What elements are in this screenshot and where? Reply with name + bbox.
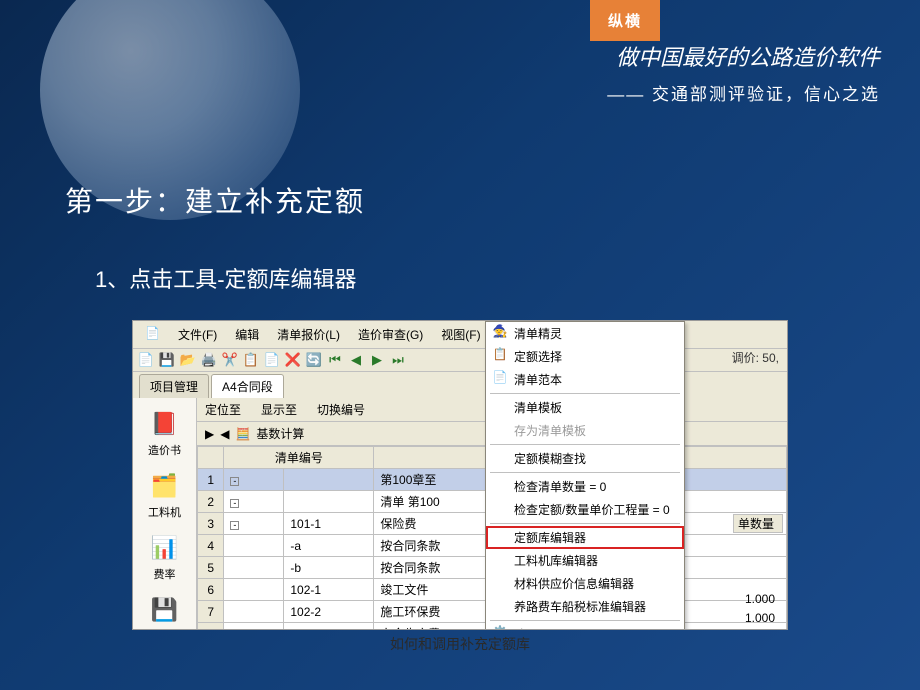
qty-cell [733, 571, 779, 590]
switchcode-button[interactable]: 切换编号 [317, 401, 365, 418]
copy-icon[interactable]: 📋 [242, 351, 260, 369]
material-icon: 🗂️ [149, 470, 181, 502]
pricing-icon: 📕 [149, 408, 181, 440]
menu-road-editor[interactable]: 养路费车船税标准编辑器 [486, 595, 684, 618]
sidebar-item-allocate[interactable]: 💾 分摊 [141, 590, 189, 630]
qty-cell: 1.000 [733, 590, 779, 609]
page-title: 第一步：建立补充定额 [65, 180, 365, 220]
list-icon: 📋 [492, 347, 508, 363]
qty-cell: 1.000 [733, 609, 779, 628]
sidebar-item-pricing[interactable]: 📕 造价书 [141, 404, 189, 462]
nav-next-icon[interactable]: ▶ [368, 351, 386, 369]
goto-button[interactable]: 定位至 [205, 401, 241, 418]
menu-options[interactable]: ⚙️选项 [486, 623, 684, 630]
allocate-icon: 💾 [149, 594, 181, 626]
sidebar-item-label: 分摊 [141, 628, 189, 630]
slogan-main: 做中国最好的公路造价软件 [470, 40, 880, 72]
delete-icon[interactable]: ❌ [284, 351, 302, 369]
footer-caption: 如何和调用补充定额库 [0, 634, 920, 654]
paste-icon[interactable]: 📄 [263, 351, 281, 369]
col-code: 清单编号 [224, 447, 374, 469]
qty-cell [733, 552, 779, 571]
toolbar: 📄 💾 📂 🖨️ ✂️ 📋 📄 ❌ 🔄 ⏮ ◀ ▶ ⏭ [133, 349, 787, 372]
tools-dropdown: 🧙清单精灵 📋定额选择 📄清单范本 清单模板 存为清单模板 定额模糊查找 检查清… [485, 321, 685, 630]
col-qty: 单数量 [733, 514, 783, 533]
sidebar-item-label: 工料机 [141, 504, 189, 520]
menu-sample[interactable]: 📄清单范本 [486, 368, 684, 391]
menu-separator [490, 444, 680, 445]
basecalc-button[interactable]: 基数计算 [256, 425, 304, 442]
showto-button[interactable]: 显示至 [261, 401, 297, 418]
calc-icon[interactable]: 🧮 [235, 427, 250, 441]
col-rownum [198, 447, 224, 469]
menu-separator [490, 523, 680, 524]
app-window: 📄 文件(F) 编辑 清单报价(L) 造价审查(G) 视图(F) 工具(T) 窗… [132, 320, 788, 630]
tabs: 项目管理 A4合同段 [133, 372, 787, 398]
menu-view[interactable]: 视图(F) [433, 323, 488, 346]
menu-report[interactable]: 清单报价(L) [269, 323, 348, 346]
qty-cell: 1.000 [733, 628, 779, 630]
menu-select-quota[interactable]: 📋定额选择 [486, 345, 684, 368]
menu-fuzzy-search[interactable]: 定额模糊查找 [486, 447, 684, 470]
menu-edit[interactable]: 编辑 [227, 323, 267, 346]
menu-machine-editor[interactable]: 工料机库编辑器 [486, 549, 684, 572]
wizard-icon: 🧙 [492, 324, 508, 340]
tab-contract[interactable]: A4合同段 [211, 374, 284, 398]
menu-quota-editor[interactable]: 定额库编辑器 [486, 526, 684, 549]
cut-icon[interactable]: ✂️ [221, 351, 239, 369]
menu-check-unit[interactable]: 检查定额/数量单价工程量 = 0 [486, 498, 684, 521]
file-icon[interactable]: 📄 [137, 323, 168, 346]
qty-cell [733, 533, 779, 552]
sidebar: 📕 造价书 🗂️ 工料机 📊 费率 💾 分摊 [133, 398, 197, 630]
sample-icon: 📄 [492, 370, 508, 386]
menu-file[interactable]: 文件(F) [170, 323, 225, 346]
menu-separator [490, 620, 680, 621]
save-icon[interactable]: 💾 [158, 351, 176, 369]
menu-supply-editor[interactable]: 材料供应价信息编辑器 [486, 572, 684, 595]
sidebar-item-label: 造价书 [141, 442, 189, 458]
print-icon[interactable]: 🖨️ [200, 351, 218, 369]
menu-check-qty[interactable]: 检查清单数量 = 0 [486, 475, 684, 498]
open-icon[interactable]: 📂 [179, 351, 197, 369]
rate-icon: 📊 [149, 532, 181, 564]
menubar: 📄 文件(F) 编辑 清单报价(L) 造价审查(G) 视图(F) 工具(T) 窗… [133, 321, 787, 349]
menu-audit[interactable]: 造价审查(G) [350, 323, 431, 346]
slogan-tagline: 交通部测评验证，信心之选 [470, 80, 880, 105]
top-banner: 纵横 做中国最好的公路造价软件 交通部测评验证，信心之选 [470, 40, 920, 105]
qty-column: 单数量 1.0001.0001.0001.0001.0001.000 [733, 514, 783, 552]
nav-prev-icon[interactable]: ◀ [347, 351, 365, 369]
page-subtitle: 1、点击工具-定额库编辑器 [95, 262, 357, 294]
nav-first-icon[interactable]: ⏮ [326, 351, 344, 369]
refresh-icon[interactable]: 🔄 [305, 351, 323, 369]
menu-wizard[interactable]: 🧙清单精灵 [486, 322, 684, 345]
brand-tag: 纵横 [590, 0, 660, 41]
sidebar-item-label: 费率 [141, 566, 189, 582]
menu-save-template: 存为清单模板 [486, 419, 684, 442]
new-icon[interactable]: 📄 [137, 351, 155, 369]
menu-separator [490, 393, 680, 394]
menu-separator [490, 472, 680, 473]
nav-last-icon[interactable]: ⏭ [389, 351, 407, 369]
price-label: 调价: 50, [732, 349, 779, 366]
sidebar-item-rate[interactable]: 📊 费率 [141, 528, 189, 586]
tab-project[interactable]: 项目管理 [139, 374, 209, 398]
expand-icon[interactable]: ▶ [205, 427, 214, 441]
collapse-icon[interactable]: ◀ [220, 427, 229, 441]
menu-template[interactable]: 清单模板 [486, 396, 684, 419]
sidebar-item-material[interactable]: 🗂️ 工料机 [141, 466, 189, 524]
